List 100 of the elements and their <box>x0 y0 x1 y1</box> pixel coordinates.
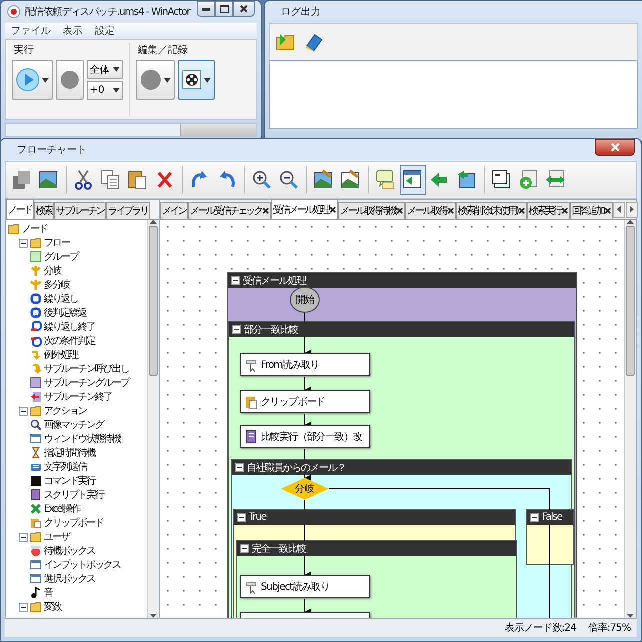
folder-icon <box>276 32 296 52</box>
square-icon <box>30 251 42 263</box>
group-label: 編集／記録 <box>137 44 188 57</box>
node-label: 比較実行（部分一致）改 <box>261 430 362 444</box>
folder-icon <box>30 531 42 543</box>
panel-tab[interactable]: ノード <box>6 199 34 219</box>
scroll-right-button[interactable] <box>626 202 638 218</box>
tree-item[interactable]: 繰り返し <box>44 292 78 306</box>
tree-item[interactable]: ノード <box>22 222 48 236</box>
pointer-icon <box>245 580 259 594</box>
close-icon <box>397 208 403 214</box>
tree-item[interactable]: 次の条件判定 <box>44 334 95 348</box>
tree-item[interactable]: サブルーチン呼び出し <box>44 362 129 376</box>
close-icon <box>240 5 248 13</box>
panel-tab[interactable]: ライブラリ <box>106 202 150 219</box>
tree-item[interactable]: 後判定繰返 <box>44 306 86 320</box>
tree-item[interactable]: Excel操作 <box>44 502 80 516</box>
scrollbar[interactable] <box>624 220 636 618</box>
collapse-icon[interactable] <box>237 513 246 522</box>
zoom-in-icon <box>251 169 273 191</box>
connector-arrow <box>304 376 311 393</box>
group-title: 受信メール処理 <box>243 274 306 288</box>
document-tab[interactable]: メイン <box>160 202 188 219</box>
clipboard-icon <box>30 517 42 529</box>
tree-item[interactable]: ユーザ <box>44 530 70 544</box>
tree-item[interactable]: ウィンドウ状態待機 <box>44 432 120 446</box>
maximize-button[interactable] <box>215 1 233 17</box>
tree-item[interactable]: インプットボックス <box>44 558 120 572</box>
tree-item[interactable]: 多分岐 <box>44 278 70 292</box>
tree-item[interactable]: スクリプト実行 <box>44 488 104 502</box>
tree-item[interactable]: 画像マッチング <box>44 418 104 432</box>
keyboard-icon <box>30 461 42 473</box>
tree-item[interactable]: フロー <box>44 236 70 250</box>
tree-item[interactable]: グループ <box>44 250 78 264</box>
tree-item[interactable]: コマンド実行 <box>44 474 95 488</box>
tree-item[interactable]: クリップボード <box>44 516 104 530</box>
close-button[interactable] <box>233 1 255 17</box>
circle-icon <box>30 545 42 557</box>
scroll-left-button[interactable] <box>612 202 625 218</box>
document-tab[interactable]: 回答追加 <box>570 202 613 219</box>
close-button[interactable] <box>595 139 635 156</box>
folder-icon <box>8 223 20 235</box>
window-title: ログ出力 <box>281 6 321 19</box>
document-tab[interactable]: 検索削除(未使用) <box>456 202 527 219</box>
collapse-icon[interactable] <box>19 238 28 248</box>
toolbar-button[interactable] <box>400 165 426 195</box>
collapse-icon[interactable] <box>530 513 539 522</box>
group-title: True <box>249 512 266 523</box>
zoom-out-icon <box>278 169 300 191</box>
menu-item[interactable]: ファイル <box>9 23 53 39</box>
clipboard-icon <box>245 394 259 408</box>
film-button[interactable] <box>178 60 215 100</box>
scrollbar[interactable] <box>147 220 159 618</box>
document-tab[interactable]: メール取得 <box>405 202 456 219</box>
film-reel-icon <box>182 70 202 90</box>
tree-item[interactable]: 待機ボックス <box>44 544 95 558</box>
connector-arrow <box>304 414 311 428</box>
tree-item[interactable]: 変数 <box>44 600 61 614</box>
tree-item[interactable]: 分岐 <box>44 264 61 278</box>
dropdown[interactable]: 全体 <box>87 60 123 79</box>
collapse-icon[interactable] <box>235 463 244 472</box>
tree-item[interactable]: サブルーチン終了 <box>44 390 112 404</box>
group-title: 自社職員からのメール？ <box>247 462 346 474</box>
stack-icon <box>11 169 33 191</box>
collapse-icon[interactable] <box>240 544 249 553</box>
panel-tab[interactable]: サブルーチン <box>54 202 106 219</box>
close-icon <box>604 208 611 214</box>
window-title: フローチャート <box>17 144 87 157</box>
tree-item[interactable]: 選択ボックス <box>44 572 95 586</box>
tree-item[interactable]: 指定時間待機 <box>44 446 95 460</box>
collapse-icon[interactable] <box>232 325 241 334</box>
tree-item[interactable]: 繰り返し終了 <box>44 320 95 334</box>
collapse-icon[interactable] <box>19 602 28 612</box>
menu-item[interactable]: 設定 <box>93 23 117 39</box>
stop-button[interactable] <box>56 60 84 100</box>
tree-item[interactable]: 文字列送信 <box>44 460 86 474</box>
tree-item[interactable]: 音 <box>44 586 52 600</box>
document-tab[interactable]: メール受信チェック <box>188 202 271 219</box>
maximize-icon <box>220 5 228 13</box>
document-tab[interactable]: 検索実行 <box>526 202 570 219</box>
document-tab[interactable]: 受信メール処理 <box>271 199 338 219</box>
tree-item[interactable]: アクション <box>44 404 86 418</box>
collapse-icon[interactable] <box>19 532 28 542</box>
note-icon <box>375 169 397 191</box>
document-tab[interactable]: メール取得待機 <box>338 202 405 219</box>
tree-item[interactable]: 例外処理 <box>44 348 78 362</box>
dropdown[interactable]: +0 <box>87 81 123 100</box>
menu-item[interactable]: 表示 <box>61 23 85 39</box>
arrow-icon <box>30 391 42 403</box>
branch-icon <box>30 279 42 291</box>
collapse-icon[interactable] <box>19 406 28 416</box>
status-text: 表示ノード数:24 <box>504 622 576 635</box>
tree-item[interactable]: サブルーチングループ <box>44 376 129 390</box>
close-icon <box>610 143 620 152</box>
play-icon <box>16 68 40 92</box>
panel-tab[interactable]: 検索 <box>34 202 54 219</box>
collapse-icon[interactable] <box>231 276 240 285</box>
run-button[interactable] <box>12 60 53 100</box>
minimize-button[interactable] <box>197 1 215 17</box>
hourglass-icon <box>30 447 42 459</box>
